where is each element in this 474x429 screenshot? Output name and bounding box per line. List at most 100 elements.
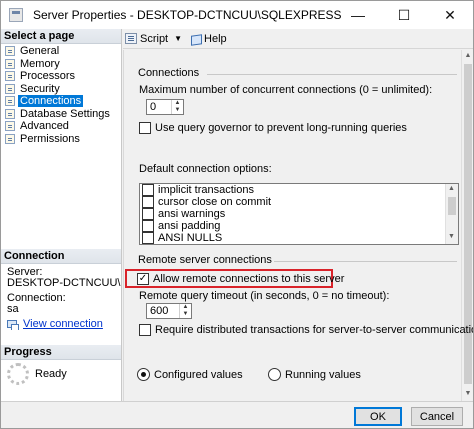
stepper-up-icon[interactable]: ▲ [180, 304, 191, 311]
help-button[interactable]: Help [190, 33, 227, 45]
query-governor-checkbox[interactable] [139, 122, 151, 134]
page-label: Connections [18, 95, 84, 108]
running-values-option[interactable]: Running values [268, 368, 361, 381]
configured-values-radio[interactable] [137, 368, 150, 381]
connections-group-label: Connections [138, 67, 200, 79]
server-properties-window: Server Properties - DESKTOP-DCTNCUU\SQLE… [0, 0, 474, 429]
stepper-arrows[interactable]: ▲ ▼ [179, 304, 191, 318]
progress-status-text: Ready [35, 368, 67, 380]
maximize-button[interactable]: ☐ [381, 1, 427, 29]
option-label: ANSI NULLS [158, 232, 223, 244]
chevron-down-icon[interactable]: ▼ [174, 34, 182, 43]
remote-timeout-value[interactable]: 600 [147, 305, 179, 317]
page-icon [5, 96, 15, 107]
default-options-label: Default connection options: [139, 163, 272, 175]
page-scrollbar[interactable]: ▲ ▼ [461, 50, 473, 401]
help-label: Help [204, 32, 227, 45]
dialog-button-bar: OK Cancel [1, 401, 473, 428]
option-checkbox[interactable] [142, 232, 154, 244]
page-item-connections[interactable]: Connections [1, 95, 121, 108]
query-governor-label: Use query governor to prevent long-runni… [155, 122, 407, 134]
running-values-radio[interactable] [268, 368, 281, 381]
select-page-heading: Select a page [1, 29, 121, 44]
stepper-down-icon[interactable]: ▼ [180, 311, 191, 318]
option-checkbox[interactable] [142, 208, 154, 220]
page-item-general[interactable]: General [1, 45, 121, 58]
ok-button[interactable]: OK [354, 407, 402, 426]
page-icon [5, 108, 15, 119]
running-values-label: Running values [285, 368, 361, 381]
option-checkbox[interactable] [142, 184, 154, 196]
remote-group-label: Remote server connections [138, 254, 272, 266]
minimize-button[interactable]: — [335, 1, 381, 29]
connections-group-divider [207, 74, 457, 75]
server-value: DESKTOP-DCTNCUU\SQ [7, 278, 121, 289]
progress-spinner-icon [7, 363, 29, 385]
help-icon [190, 33, 202, 45]
connection-value: sa [7, 304, 19, 315]
list-scrollbar-thumb[interactable] [448, 197, 456, 215]
page-item-advanced[interactable]: Advanced [1, 120, 121, 133]
allow-remote-label: Allow remote connections to this server [153, 273, 345, 285]
left-pane: Select a page General Memory Processors … [1, 29, 122, 401]
list-scrollbar[interactable]: ▲ ▼ [445, 184, 458, 244]
stepper-down-icon[interactable]: ▼ [172, 107, 183, 114]
page-label: Security [20, 82, 60, 95]
list-item[interactable]: implicit transactions [140, 184, 458, 196]
allow-remote-checkbox[interactable]: ✓ [137, 273, 149, 285]
max-connections-stepper[interactable]: 0 ▲ ▼ [146, 99, 184, 115]
page-item-processors[interactable]: Processors [1, 70, 121, 83]
page-label: Database Settings [20, 107, 110, 120]
list-item[interactable]: ANSI NULLS [140, 232, 458, 244]
scroll-down-icon[interactable]: ▼ [464, 390, 472, 397]
option-checkbox[interactable] [142, 220, 154, 232]
list-scroll-up-icon[interactable]: ▲ [448, 185, 455, 192]
scrollbar-thumb[interactable] [464, 64, 472, 384]
connection-info: Server: DESKTOP-DCTNCUU\SQ Connection: s… [1, 267, 121, 330]
script-label: Script [140, 32, 169, 45]
allow-remote-option[interactable]: ✓ Allow remote connections to this serve… [137, 273, 344, 285]
page-item-security[interactable]: Security [1, 83, 121, 96]
page-icon [5, 83, 15, 94]
page-icon [5, 58, 15, 69]
toolbar: Script ▼ Help [123, 29, 473, 49]
max-connections-value[interactable]: 0 [147, 101, 171, 113]
option-label: ansi padding [158, 220, 221, 232]
view-connection-icon [7, 319, 19, 330]
page-label: Memory [20, 57, 60, 70]
page-item-memory[interactable]: Memory [1, 58, 121, 71]
list-item[interactable]: ansi warnings [140, 208, 458, 220]
distributed-transactions-option[interactable]: Require distributed transactions for ser… [139, 324, 474, 336]
page-label: Advanced [20, 120, 69, 133]
remote-timeout-stepper[interactable]: 600 ▲ ▼ [146, 303, 192, 319]
query-governor-option[interactable]: Use query governor to prevent long-runni… [139, 122, 407, 134]
list-item[interactable]: ansi padding [140, 220, 458, 232]
page-icon [5, 133, 15, 144]
scroll-up-icon[interactable]: ▲ [464, 52, 472, 59]
script-button[interactable]: Script ▼ [125, 33, 182, 45]
stepper-up-icon[interactable]: ▲ [172, 100, 183, 107]
title-bar: Server Properties - DESKTOP-DCTNCUU\SQLE… [1, 1, 473, 29]
page-label: General [20, 45, 60, 58]
close-button[interactable]: ✕ [427, 1, 473, 29]
cancel-button[interactable]: Cancel [411, 407, 463, 426]
distributed-transactions-label: Require distributed transactions for ser… [155, 324, 474, 336]
connection-label: Connection: [7, 293, 66, 304]
stepper-arrows[interactable]: ▲ ▼ [171, 100, 183, 114]
page-list: General Memory Processors Security Conne… [1, 44, 121, 145]
option-label: cursor close on commit [158, 196, 272, 208]
distributed-transactions-checkbox[interactable] [139, 324, 151, 336]
list-scroll-down-icon[interactable]: ▼ [448, 233, 455, 240]
page-item-permissions[interactable]: Permissions [1, 133, 121, 146]
option-checkbox[interactable] [142, 196, 154, 208]
view-connection-link[interactable]: View connection [7, 319, 121, 330]
server-label: Server: [7, 267, 43, 278]
remote-timeout-label: Remote query timeout (in seconds, 0 = no… [139, 290, 390, 302]
connection-heading: Connection [1, 249, 121, 264]
page-label: Permissions [20, 132, 80, 145]
configured-values-option[interactable]: Configured values [137, 368, 243, 381]
page-item-database-settings[interactable]: Database Settings [1, 108, 121, 121]
default-options-list[interactable]: implicit transactions cursor close on co… [139, 183, 459, 245]
list-item[interactable]: cursor close on commit [140, 196, 458, 208]
view-connection-label: View connection [23, 319, 103, 330]
